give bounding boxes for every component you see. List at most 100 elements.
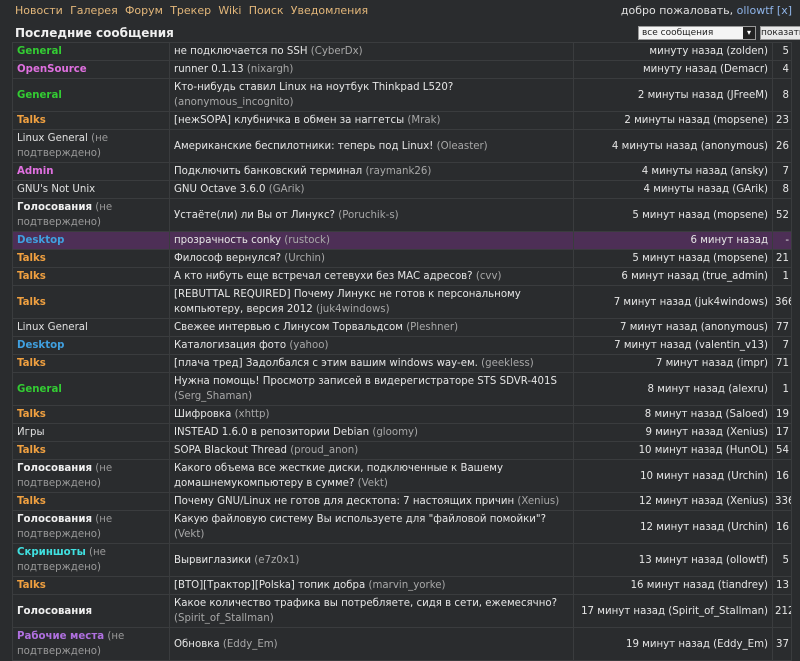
topic-link[interactable]: Какого объема все жесткие диски, подключ… xyxy=(174,463,503,489)
topic-link[interactable]: прозрачность conky xyxy=(174,235,281,246)
category-link[interactable]: Talks xyxy=(17,271,46,282)
last-post-cell[interactable]: 17 минут назад (Spirit_of_Stallman) xyxy=(573,594,773,628)
last-post-cell[interactable]: 10 минут назад (Urchin) xyxy=(573,459,773,493)
category-link[interactable]: Talks xyxy=(17,580,46,591)
category-link[interactable]: OpenSource xyxy=(17,64,87,75)
topic-link[interactable]: Устаёте(ли) ли Вы от Линукс? xyxy=(174,210,335,221)
last-post-cell[interactable]: 6 минут назад (true_admin) xyxy=(573,267,773,286)
last-post-cell[interactable]: 12 минут назад (Xenius) xyxy=(573,492,773,511)
topic-link[interactable]: Свежее интервью с Линусом Торвальдсом xyxy=(174,322,403,333)
category-cell: OpenSource xyxy=(12,60,170,79)
category-link[interactable]: Desktop xyxy=(17,235,64,246)
last-post-cell[interactable]: минуту назад (Demacr) xyxy=(573,60,773,79)
topic-link[interactable]: А кто нибуть еще встречал сетевухи без M… xyxy=(174,271,473,282)
topic-link[interactable]: Кто-нибудь ставил Linux на ноутбук Think… xyxy=(174,82,453,93)
topic-link[interactable]: Философ вернулся? xyxy=(174,253,281,264)
last-post-cell[interactable]: 7 минут назад (impr) xyxy=(573,354,773,373)
topic-link[interactable]: Каталогизация фото xyxy=(174,340,286,351)
last-post-cell[interactable]: 8 минут назад (Saloed) xyxy=(573,405,773,424)
category-link[interactable]: General xyxy=(17,90,62,101)
topic-link[interactable]: SOPA Blackout Thread xyxy=(174,445,287,456)
reply-count: 52 xyxy=(772,198,792,232)
last-post-cell[interactable]: 7 минут назад (anonymous) xyxy=(573,318,773,337)
topic-link[interactable]: Почему GNU/Linux не готов для десктопа: … xyxy=(174,496,514,507)
category-link[interactable]: Talks xyxy=(17,115,46,126)
category-link[interactable]: Игры xyxy=(17,427,44,438)
last-post-cell[interactable]: 4 минуты назад (ansky) xyxy=(573,162,773,181)
topic-link[interactable]: [нежSOPA] клубничка в обмен за наггетсы xyxy=(174,115,404,126)
category-cell: General xyxy=(12,372,170,406)
last-post-cell[interactable]: 16 минут назад (tiandrey) xyxy=(573,576,773,595)
last-post-cell[interactable]: 5 минут назад (mopsene) xyxy=(573,249,773,268)
topic-link[interactable]: GNU Octave 3.6.0 xyxy=(174,184,266,195)
last-post-cell[interactable]: 9 минут назад (Xenius) xyxy=(573,423,773,442)
topic-cell: [REBUTTAL REQUIRED] Почему Линукс не гот… xyxy=(169,285,574,319)
topic-link[interactable]: INSTEAD 1.6.0 в репозитории Debian xyxy=(174,427,369,438)
category-link[interactable]: GNU's Not Unix xyxy=(17,184,95,195)
last-post-cell[interactable]: 2 минуты назад (mopsene) xyxy=(573,111,773,130)
topic-cell: Устаёте(ли) ли Вы от Линукс? (Poruchik-s… xyxy=(169,198,574,232)
last-post-cell[interactable]: 4 минуты назад (GArik) xyxy=(573,180,773,199)
category-link[interactable]: Linux General xyxy=(17,322,88,333)
category-link[interactable]: Talks xyxy=(17,358,46,369)
filter-select[interactable]: все сообщения ▾ xyxy=(638,26,756,40)
topic-author: (Mrak) xyxy=(407,115,441,126)
topic-link[interactable]: runner 0.1.13 xyxy=(174,64,244,75)
show-button[interactable]: показать xyxy=(760,26,800,40)
last-post-cell[interactable]: минуту назад (zolden) xyxy=(573,42,773,61)
topic-link[interactable]: [плача тред] Задолбался с этим вашим win… xyxy=(174,358,478,369)
category-link[interactable]: Talks xyxy=(17,445,46,456)
nav-notifications[interactable]: Уведомления xyxy=(291,4,368,17)
category-link[interactable]: Linux General xyxy=(17,133,88,144)
topic-link[interactable]: Нужна помощь! Просмотр записей в видерег… xyxy=(174,376,557,387)
category-link[interactable]: Talks xyxy=(17,253,46,264)
nav-search[interactable]: Поиск xyxy=(249,4,284,17)
last-post-cell[interactable]: 6 минут назад xyxy=(573,231,773,250)
username-link[interactable]: ollowtf xyxy=(737,4,774,17)
topic-link[interactable]: Шифровка xyxy=(174,409,231,420)
reply-count: - xyxy=(772,231,792,250)
category-link[interactable]: Голосования xyxy=(17,202,92,213)
last-post-cell[interactable]: 2 минуты назад (JFreeM) xyxy=(573,78,773,112)
category-link[interactable]: Скриншоты xyxy=(17,547,86,558)
reply-count: 7 xyxy=(772,162,792,181)
nav-news[interactable]: Новости xyxy=(15,4,63,17)
last-post-cell[interactable]: 19 минут назад (Eddy_Em) xyxy=(573,627,773,661)
topic-link[interactable]: Американские беспилотники: теперь под Li… xyxy=(174,141,433,152)
category-cell: Скриншоты (не подтверждено) xyxy=(12,543,170,577)
last-post-cell[interactable]: 10 минут назад (HunOL) xyxy=(573,441,773,460)
topic-link[interactable]: Вырвиглазики xyxy=(174,555,251,566)
category-link[interactable]: General xyxy=(17,46,62,57)
nav-gallery[interactable]: Галерея xyxy=(70,4,118,17)
topic-link[interactable]: Обновка xyxy=(174,639,220,650)
topic-link[interactable]: [ВТО][Трактор][Polska] топик добра xyxy=(174,580,365,591)
category-link[interactable]: Talks xyxy=(17,297,46,308)
last-post-cell[interactable]: 13 минут назад (ollowtf) xyxy=(573,543,773,577)
topic-link[interactable]: Подключить банковский терминал xyxy=(174,166,362,177)
nav-tracker[interactable]: Трекер xyxy=(170,4,211,17)
category-link[interactable]: Голосования xyxy=(17,463,92,474)
category-link[interactable]: Talks xyxy=(17,496,46,507)
category-link[interactable]: Admin xyxy=(17,166,54,177)
last-post-cell[interactable]: 7 минут назад (juk4windows) xyxy=(573,285,773,319)
topic-cell: Каталогизация фото (yahoo) xyxy=(169,336,574,355)
category-link[interactable]: Рабочие места xyxy=(17,631,104,642)
category-link[interactable]: General xyxy=(17,384,62,395)
last-post-cell[interactable]: 5 минут назад (mopsene) xyxy=(573,198,773,232)
category-link[interactable]: Talks xyxy=(17,409,46,420)
category-link[interactable]: Desktop xyxy=(17,340,64,351)
last-post-cell[interactable]: 7 минут назад (valentin_v13) xyxy=(573,336,773,355)
last-post-cell[interactable]: 12 минут назад (Urchin) xyxy=(573,510,773,544)
last-post-cell[interactable]: 8 минут назад (alexru) xyxy=(573,372,773,406)
logout-link[interactable]: [x] xyxy=(777,4,792,17)
topic-link[interactable]: Какую файловую систему Вы используете дл… xyxy=(174,514,546,525)
reply-count: 212 xyxy=(772,594,792,628)
topic-link[interactable]: не подключается по SSH xyxy=(174,46,308,57)
reply-count: 21 xyxy=(772,249,792,268)
last-post-cell[interactable]: 4 минуты назад (anonymous) xyxy=(573,129,773,163)
topic-link[interactable]: Какое количество трафика вы потребляете,… xyxy=(174,598,557,609)
nav-wiki[interactable]: Wiki xyxy=(218,4,241,17)
category-link[interactable]: Голосования xyxy=(17,606,92,617)
category-link[interactable]: Голосования xyxy=(17,514,92,525)
nav-forum[interactable]: Форум xyxy=(125,4,163,17)
